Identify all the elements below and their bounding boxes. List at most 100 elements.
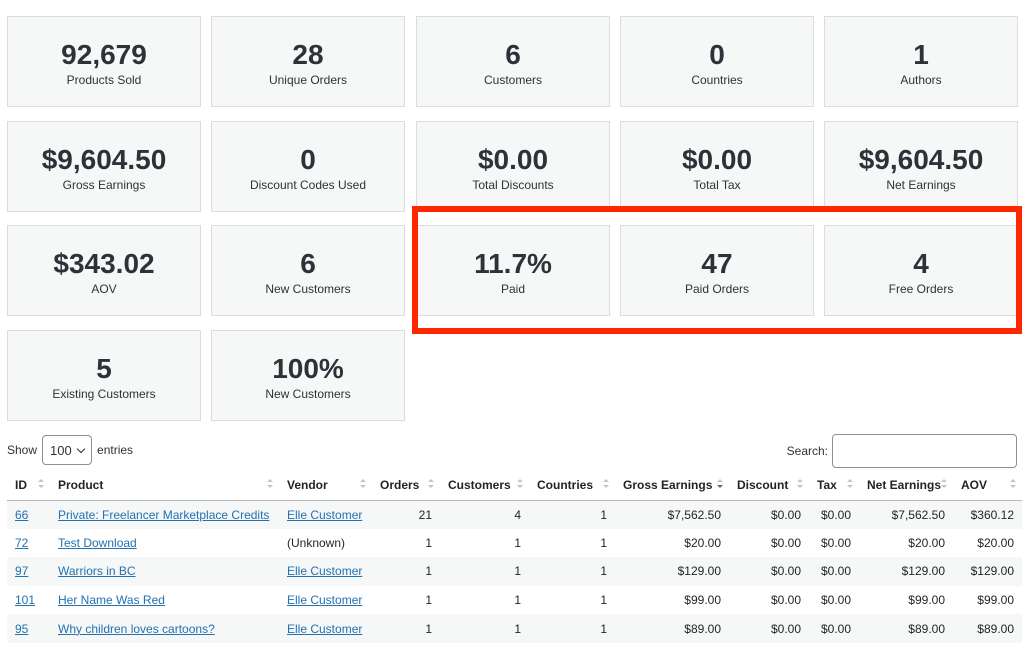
sort-icon [941, 479, 947, 491]
stat-card-new-customers: 6 New Customers [211, 225, 405, 316]
column-header-product[interactable]: Product [50, 470, 279, 501]
stat-label: Countries [691, 73, 743, 87]
stat-label: Total Discounts [472, 178, 554, 192]
customers-cell: 1 [514, 593, 521, 608]
column-header-orders[interactable]: Orders [372, 470, 440, 501]
customers-cell: 4 [440, 500, 529, 529]
aov-cell: $129.00 [953, 557, 1022, 586]
discount-cell: $0.00 [729, 614, 809, 643]
stat-value: $0.00 [681, 144, 753, 175]
sort-desc-icon [717, 479, 723, 491]
stat-value: $9,604.50 [41, 144, 167, 175]
product-link[interactable]: Her Name Was Red [58, 593, 165, 607]
stat-card-discount-codes-used: 0 Discount Codes Used [211, 121, 405, 212]
discount-cell: $0.00 [770, 593, 801, 608]
product-id-link[interactable]: 72 [15, 536, 28, 550]
gross-earnings-cell: $129.00 [615, 557, 729, 586]
sort-icon [517, 479, 523, 491]
customers-cell: 1 [514, 535, 521, 550]
product-id-link[interactable]: 95 [15, 622, 28, 636]
aov-cell: $360.12 [953, 500, 1022, 529]
gross-earnings-cell: $89.00 [615, 614, 729, 643]
stat-value: $343.02 [53, 248, 155, 279]
product-link[interactable]: Why children loves cartoons? [58, 622, 215, 636]
entries-select[interactable]: 100 [42, 435, 93, 465]
sort-icon [428, 479, 434, 491]
sort-icon [603, 479, 609, 491]
column-header-aov[interactable]: AOV [953, 470, 1022, 501]
stat-card-authors: 1 Authors [824, 16, 1018, 107]
table-row: 95 Why children loves cartoons? Elle Cus… [7, 614, 1022, 643]
search-input[interactable] [832, 434, 1017, 468]
stat-card-aov: $343.02 AOV [7, 225, 201, 316]
column-header-vendor[interactable]: Vendor [279, 470, 372, 501]
stat-value: 6 [300, 248, 316, 279]
orders-cell: 1 [425, 593, 432, 608]
stat-card-new-customers-percent: 100% New Customers [211, 330, 405, 421]
stat-label: New Customers [265, 387, 351, 401]
net-earnings-cell: $20.00 [908, 535, 945, 550]
vendor-link[interactable]: Elle Customer [287, 508, 362, 522]
product-id-link[interactable]: 101 [15, 593, 35, 607]
vendor-link[interactable]: Elle Customer [287, 564, 362, 578]
table-row: 97 Warriors in BC Elle Customer 1 1 1 $1… [7, 557, 1022, 586]
stat-card-total-tax: $0.00 Total Tax [620, 121, 814, 212]
sort-icon [1010, 479, 1016, 491]
column-header-customers[interactable]: Customers [440, 470, 529, 501]
discount-cell: $0.00 [770, 535, 801, 550]
stat-card-customers: 6 Customers [416, 16, 610, 107]
entries-select-value: 100 [50, 442, 72, 458]
entries-label: entries [97, 443, 134, 457]
column-header-countries[interactable]: Countries [529, 470, 615, 501]
orders-cell: 1 [372, 557, 440, 586]
stat-label: Gross Earnings [62, 178, 146, 192]
chevron-down-icon [76, 444, 86, 453]
tax-cell: $0.00 [820, 535, 851, 550]
sort-icon [38, 479, 44, 491]
search-label: Search: [786, 444, 828, 458]
tax-cell: $0.00 [809, 500, 859, 529]
column-header-gross-earnings[interactable]: Gross Earnings [615, 470, 729, 501]
aov-cell: $99.00 [977, 593, 1014, 608]
tax-cell: $0.00 [809, 614, 859, 643]
product-id-link[interactable]: 97 [15, 564, 28, 578]
column-header-net-earnings[interactable]: Net Earnings [859, 470, 953, 501]
vendor-link[interactable]: Elle Customer [287, 622, 362, 636]
product-link[interactable]: Warriors in BC [58, 564, 136, 578]
stat-label: Existing Customers [52, 387, 156, 401]
stat-value: 28 [292, 39, 324, 70]
sort-icon [797, 479, 803, 491]
stat-label: New Customers [265, 282, 351, 296]
product-link[interactable]: Private: Freelancer Marketplace Credits [58, 508, 269, 522]
products-table: ID Product Vendor Orders Customers Count… [7, 470, 1022, 643]
net-earnings-cell: $99.00 [908, 593, 945, 608]
stat-value: 0 [300, 144, 316, 175]
sort-icon [267, 479, 273, 491]
entries-control: Show 100 entries [7, 435, 133, 465]
stat-value: 5 [96, 353, 112, 384]
column-header-discount[interactable]: Discount [729, 470, 809, 501]
stat-label: Discount Codes Used [249, 178, 367, 192]
net-earnings-cell: $129.00 [859, 557, 953, 586]
product-link[interactable]: Test Download [58, 536, 137, 550]
stat-label: AOV [91, 282, 117, 296]
gross-earnings-cell: $99.00 [684, 593, 721, 608]
table-row: 66 Private: Freelancer Marketplace Credi… [7, 500, 1022, 529]
table-row: 72 Test Download (Unknown) 1 1 1 $20.00 … [7, 529, 1022, 558]
countries-cell: 1 [600, 593, 607, 608]
search-control: Search: [787, 434, 1017, 468]
stat-label: Net Earnings [886, 178, 956, 192]
column-header-tax[interactable]: Tax [809, 470, 859, 501]
product-id-link[interactable]: 66 [15, 508, 28, 522]
stat-value: 100% [272, 353, 344, 384]
countries-cell: 1 [529, 614, 615, 643]
customers-cell: 1 [440, 557, 529, 586]
gross-earnings-cell: $20.00 [684, 535, 721, 550]
column-header-id[interactable]: ID [7, 470, 50, 501]
stat-label: Unique Orders [268, 73, 348, 87]
aov-cell: $20.00 [977, 535, 1014, 550]
orders-cell: 1 [372, 614, 440, 643]
vendor-link[interactable]: Elle Customer [287, 593, 362, 607]
stat-value: 1 [913, 39, 929, 70]
stat-value: 0 [709, 39, 725, 70]
